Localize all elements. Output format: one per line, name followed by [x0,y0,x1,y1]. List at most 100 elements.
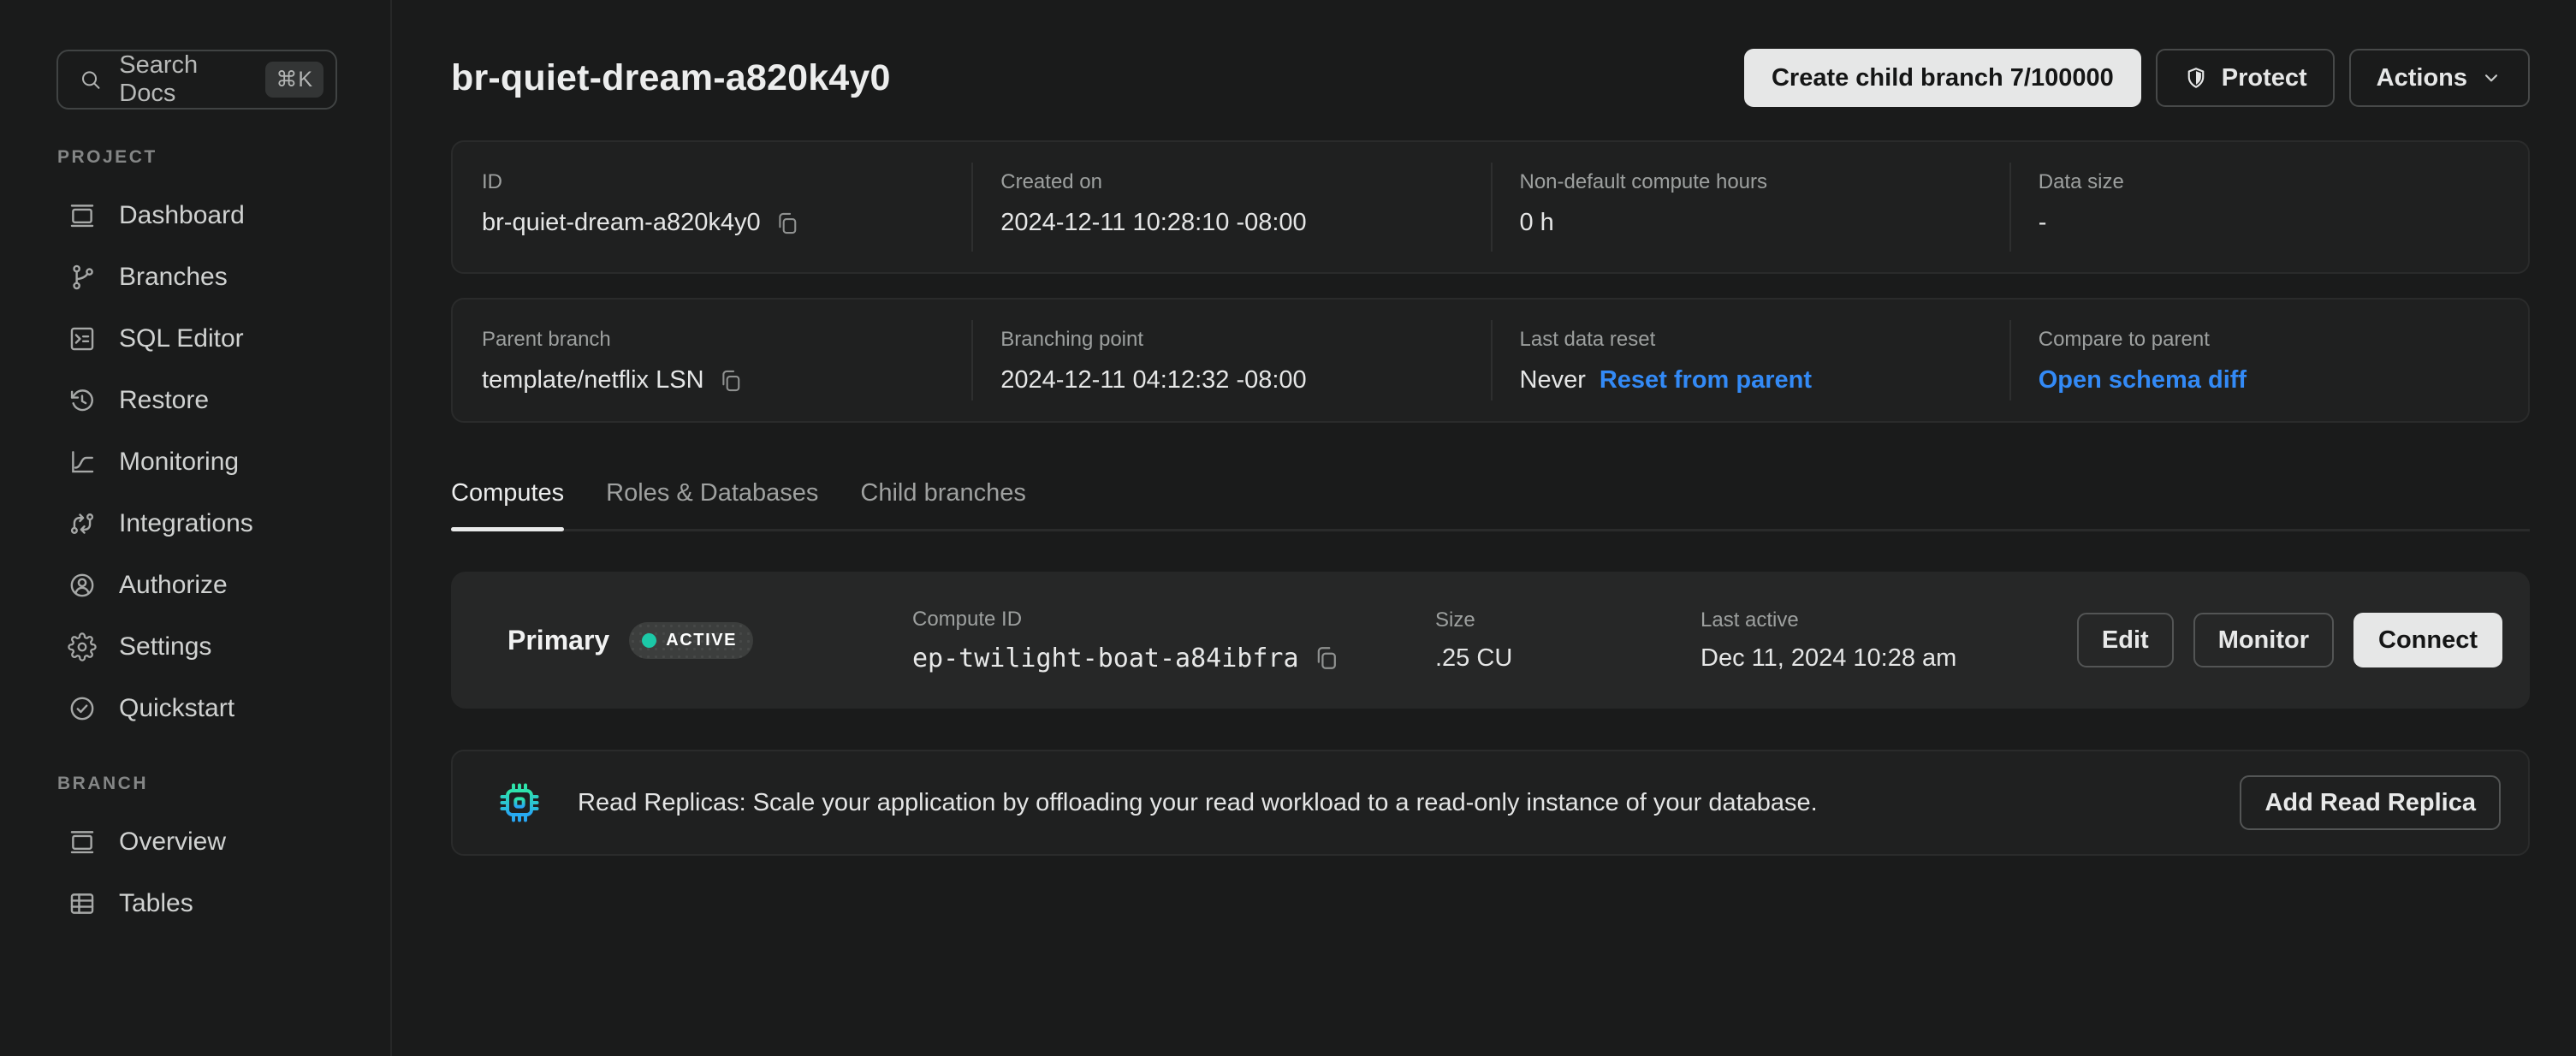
field-branching-point: Branching point 2024-12-11 04:12:32 -08:… [971,300,1490,421]
sidebar-item-quickstart[interactable]: Quickstart [0,678,390,739]
sidebar-item-label: Overview [119,828,226,857]
page-title: br-quiet-dream-a820k4y0 [451,57,891,99]
field-compute-hours: Non-default compute hours 0 h [1491,142,2009,272]
search-label: Search Docs [119,51,248,108]
last-active-label: Last active [1701,608,2077,632]
create-child-branch-button[interactable]: Create child branch 7/100000 [1744,49,2141,107]
nav-section-project: PROJECT [57,147,390,168]
search-shortcut-badge: ⌘K [265,62,323,98]
compute-name-group: Primary ACTIVE [507,622,912,659]
actions-label: Actions [2377,64,2467,92]
field-label: Created on [1000,170,1490,194]
field-value: 0 h [1520,209,1554,237]
cpu-chip-icon [496,779,543,827]
sidebar-item-settings[interactable]: Settings [0,616,390,678]
sidebar-item-dashboard[interactable]: Dashboard [0,185,390,246]
tab-computes[interactable]: Computes [451,479,564,529]
sidebar-item-monitoring[interactable]: Monitoring [0,431,390,493]
sidebar-item-label: Tables [119,889,193,918]
compute-last-active-column: Last active Dec 11, 2024 10:28 am [1701,608,2077,673]
field-data-size: Data size - [2009,142,2528,272]
sidebar: Search Docs ⌘K PROJECT Dashboard Branche… [0,0,392,1056]
status-dot [642,633,656,648]
copy-icon[interactable] [1313,644,1340,673]
quickstart-icon [68,694,97,723]
sidebar-item-tables[interactable]: Tables [0,873,390,934]
compute-size-column: Size .25 CU [1435,608,1701,673]
settings-icon [68,632,97,661]
field-value: 2024-12-11 10:28:10 -08:00 [1000,209,1306,237]
compute-id-label: Compute ID [912,608,1435,632]
tab-roles-databases[interactable]: Roles & Databases [606,479,818,529]
sidebar-item-label: Monitoring [119,448,239,477]
dashboard-icon [68,201,97,230]
field-value: 2024-12-11 04:12:32 -08:00 [1000,366,1306,395]
search-icon [79,67,102,92]
add-read-replica-button[interactable]: Add Read Replica [2240,775,2501,830]
connect-button[interactable]: Connect [2353,613,2502,667]
field-label: Data size [2039,170,2528,194]
compute-row: Primary ACTIVE Compute ID ep-twilight-bo… [451,572,2530,709]
sidebar-nav: PROJECT Dashboard Branches SQL Editor [0,147,390,934]
sidebar-item-label: Settings [119,632,211,661]
read-replica-banner: Read Replicas: Scale your application by… [451,750,2530,856]
sidebar-item-label: Dashboard [119,201,245,230]
copy-icon[interactable] [775,210,800,237]
field-label: Parent branch [482,328,971,352]
compute-id-column: Compute ID ep-twilight-boat-a84ibfra [912,608,1435,673]
field-created-on: Created on 2024-12-11 10:28:10 -08:00 [971,142,1490,272]
sidebar-item-label: SQL Editor [119,324,244,353]
sidebar-item-restore[interactable]: Restore [0,370,390,431]
sidebar-item-label: Quickstart [119,694,234,723]
status-badge: ACTIVE [629,622,753,659]
field-label: Last data reset [1520,328,2009,352]
branch-parent-card: Parent branch template/netflix LSN Branc… [451,298,2530,423]
tables-icon [68,889,97,918]
field-compare-to-parent: Compare to parent Open schema diff [2009,300,2528,421]
chevron-down-icon [2480,67,2502,89]
size-label: Size [1435,608,1701,632]
shield-icon [2183,65,2209,91]
sidebar-item-sql-editor[interactable]: SQL Editor [0,308,390,370]
nav-section-branch: BRANCH [57,774,390,794]
integrations-icon [68,509,97,538]
sidebar-item-label: Authorize [119,571,228,600]
edit-button[interactable]: Edit [2077,613,2174,667]
page-header: br-quiet-dream-a820k4y0 Create child bra… [451,48,2530,108]
sidebar-item-overview[interactable]: Overview [0,811,390,873]
copy-icon[interactable] [718,367,744,395]
field-parent-branch: Parent branch template/netflix LSN [453,300,971,421]
overview-icon [68,828,97,857]
field-last-data-reset: Last data reset Never Reset from parent [1491,300,2009,421]
branch-tabs: Computes Roles & Databases Child branche… [451,479,2530,531]
monitor-button[interactable]: Monitor [2193,613,2334,667]
sidebar-item-authorize[interactable]: Authorize [0,555,390,616]
branches-icon [68,263,97,292]
sidebar-item-label: Integrations [119,509,253,538]
main-content: br-quiet-dream-a820k4y0 Create child bra… [392,0,2576,1056]
search-docs-button[interactable]: Search Docs ⌘K [56,50,337,110]
branch-details-card: ID br-quiet-dream-a820k4y0 Created on 20… [451,140,2530,274]
monitoring-icon [68,448,97,477]
protect-button[interactable]: Protect [2156,49,2335,107]
compute-id-value: ep-twilight-boat-a84ibfra [912,644,1299,673]
sidebar-item-branches[interactable]: Branches [0,246,390,308]
tab-child-branches[interactable]: Child branches [860,479,1025,529]
open-schema-diff-link[interactable]: Open schema diff [2039,366,2247,395]
sidebar-item-integrations[interactable]: Integrations [0,493,390,555]
field-value: - [2039,209,2047,237]
field-value: Never [1520,366,1586,395]
actions-button[interactable]: Actions [2349,49,2530,107]
field-label: Branching point [1000,328,1490,352]
sql-editor-icon [68,324,97,353]
protect-label: Protect [2222,64,2307,92]
read-replica-text: Read Replicas: Scale your application by… [578,789,1818,817]
field-id: ID br-quiet-dream-a820k4y0 [453,142,971,272]
compute-name: Primary [507,625,609,656]
field-label: Compare to parent [2039,328,2528,352]
status-label: ACTIVE [666,631,737,650]
field-label: ID [482,170,971,194]
reset-from-parent-link[interactable]: Reset from parent [1600,366,1812,395]
compute-buttons: Edit Monitor Connect [2077,613,2502,667]
header-actions: Create child branch 7/100000 Protect Act… [1744,49,2530,107]
